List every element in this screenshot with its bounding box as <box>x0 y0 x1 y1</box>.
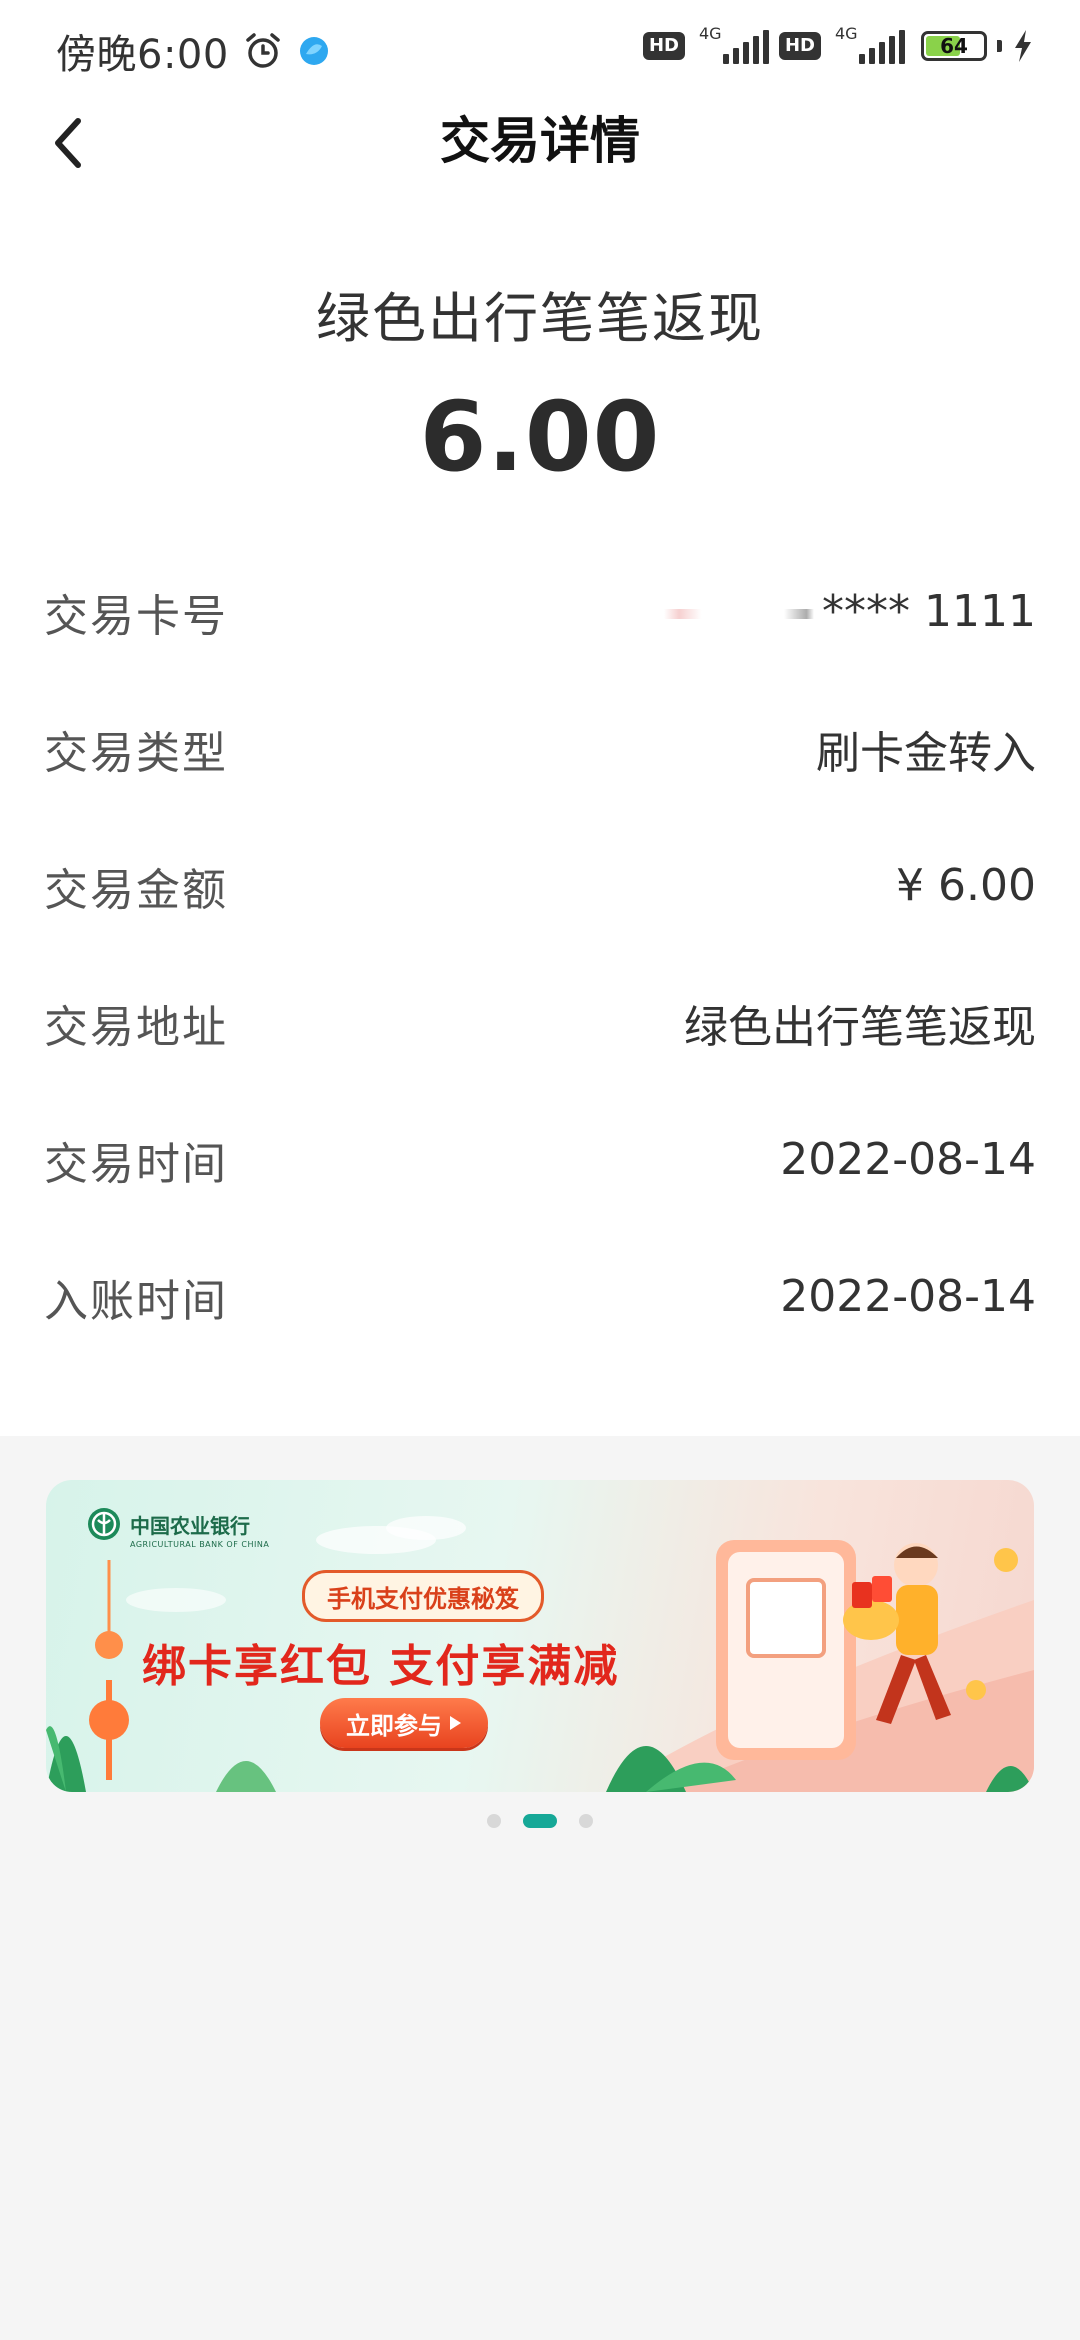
hd-badge-2: HD <box>778 32 821 60</box>
promo-tag: 手机支付优惠秘笈 <box>302 1570 544 1622</box>
network-type-1: 4G <box>698 24 722 43</box>
page-title: 交易详情 <box>440 112 640 170</box>
status-left: 傍晚6:00 <box>56 22 331 80</box>
notification-app-icon <box>299 37 328 65</box>
detail-label: 交易卡号 <box>44 590 228 642</box>
hd-badge-1: HD <box>642 32 685 60</box>
detail-value: 2022-08-14 <box>780 1134 1036 1185</box>
redacted-area <box>664 609 815 619</box>
detail-value: ¥ 6.00 <box>896 860 1036 911</box>
abc-bank-logo-icon <box>88 1508 120 1540</box>
detail-value: 绿色出行笔笔返现 <box>684 1001 1036 1053</box>
bank-name: 中国农业银行 <box>130 1513 250 1538</box>
promo-headline: 绑卡享红包 支付享满减 <box>142 1641 620 1692</box>
carousel-dot[interactable] <box>579 1814 593 1828</box>
card-number-value: **** 1111 <box>822 586 1036 637</box>
join-now-button[interactable]: 立即参与 <box>320 1698 488 1748</box>
detail-list: 交易卡号 **** 1111 交易类型 刷卡金转入 交易金额 ¥ 6.00 交易… <box>0 543 1080 1365</box>
detail-value: 2022-08-14 <box>780 1271 1036 1322</box>
detail-row-type: 交易类型 刷卡金转入 <box>0 680 1080 817</box>
merchant-name: 绿色出行笔笔返现 <box>316 287 764 350</box>
detail-value: 刷卡金转入 <box>816 727 1036 779</box>
battery-percent: 64 <box>940 34 968 58</box>
main-card: 傍晚6:00 HD 4G HD 4G 64 交易详情 绿色出行笔笔返现 6.00… <box>0 0 1080 1436</box>
join-now-label: 立即参与 <box>346 1711 442 1740</box>
detail-label: 交易地址 <box>44 1001 228 1053</box>
battery-tip <box>997 40 1002 52</box>
banner-section: 中国农业银行 AGRICULTURAL BANK OF CHINA 手机支付优惠… <box>0 1436 1080 1828</box>
carousel-dot-active[interactable] <box>523 1814 557 1828</box>
carousel-dot[interactable] <box>487 1814 501 1828</box>
detail-row-card-number: 交易卡号 **** 1111 <box>0 543 1080 680</box>
status-time: 傍晚6:00 <box>56 32 229 78</box>
charging-bolt-icon <box>1015 30 1031 62</box>
promo-banner[interactable]: 中国农业银行 AGRICULTURAL BANK OF CHINA 手机支付优惠… <box>46 1480 1034 1792</box>
play-arrow-icon <box>450 1716 461 1730</box>
detail-row-posting-time: 入账时间 2022-08-14 <box>0 1228 1080 1365</box>
detail-row-amount: 交易金额 ¥ 6.00 <box>0 817 1080 954</box>
bank-logo: 中国农业银行 <box>86 1506 250 1542</box>
chevron-left-icon <box>55 118 81 168</box>
back-button[interactable] <box>38 108 98 178</box>
alarm-clock-icon <box>246 33 280 68</box>
detail-value: **** 1111 <box>664 586 1036 637</box>
signal-icon: 4G <box>831 24 905 68</box>
detail-label: 入账时间 <box>44 1275 228 1327</box>
detail-row-transaction-time: 交易时间 2022-08-14 <box>0 1091 1080 1228</box>
signal-icon: 4G <box>695 24 769 68</box>
status-bar: 傍晚6:00 HD 4G HD 4G 64 <box>0 0 1080 96</box>
header: 交易详情 <box>0 96 1080 186</box>
status-right: HD 4G HD 4G 64 <box>642 24 1034 68</box>
detail-label: 交易时间 <box>44 1138 228 1190</box>
bank-name-en: AGRICULTURAL BANK OF CHINA <box>130 1540 270 1549</box>
battery-icon: 64 <box>921 31 987 61</box>
carousel-indicator <box>0 1814 1080 1828</box>
detail-label: 交易类型 <box>44 727 228 779</box>
network-type-2: 4G <box>835 24 858 43</box>
detail-label: 交易金额 <box>44 864 228 916</box>
detail-row-address: 交易地址 绿色出行笔笔返现 <box>0 954 1080 1091</box>
transaction-amount: 6.00 <box>419 381 661 493</box>
